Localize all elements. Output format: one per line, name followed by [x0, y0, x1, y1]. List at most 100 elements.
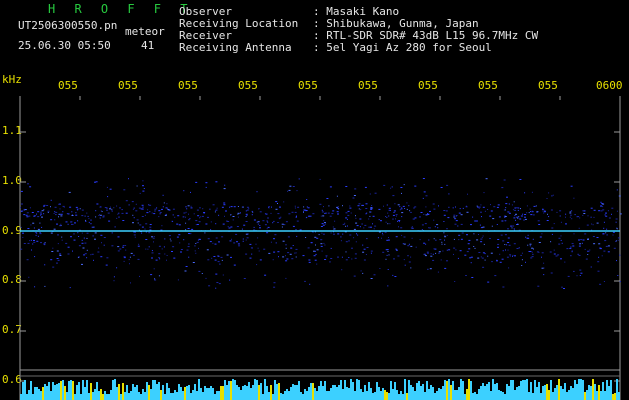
- level-bar: [584, 392, 586, 400]
- noise-pixel: [217, 261, 220, 263]
- noise-pixel: [172, 214, 174, 216]
- level-bar: [574, 380, 576, 400]
- level-bar: [570, 386, 572, 400]
- level-bar: [338, 385, 340, 400]
- noise-pixel: [145, 248, 147, 250]
- noise-pixel: [139, 224, 142, 226]
- noise-pixel: [319, 178, 321, 180]
- level-bar: [124, 392, 126, 400]
- noise-pixel: [151, 236, 153, 238]
- level-bar: [474, 392, 476, 400]
- noise-pixel: [603, 221, 605, 223]
- noise-pixel: [401, 192, 402, 194]
- noise-pixel: [185, 229, 187, 231]
- noise-pixel: [21, 210, 24, 212]
- noise-pixel: [590, 216, 592, 218]
- noise-pixel: [404, 264, 406, 266]
- noise-pixel: [94, 232, 97, 234]
- level-bar: [414, 391, 416, 400]
- level-bar: [150, 389, 152, 400]
- noise-pixel: [482, 252, 485, 254]
- noise-pixel: [214, 259, 217, 261]
- level-bar: [566, 392, 568, 400]
- noise-pixel: [429, 210, 431, 212]
- noise-pixel: [147, 209, 149, 211]
- noise-pixel: [615, 218, 618, 220]
- noise-pixel: [209, 208, 211, 210]
- noise-pixel: [257, 223, 259, 225]
- noise-pixel: [403, 259, 405, 261]
- level-bar: [446, 381, 448, 400]
- noise-pixel: [36, 213, 37, 215]
- noise-pixel: [67, 253, 70, 255]
- noise-pixel: [156, 207, 158, 209]
- noise-pixel: [388, 209, 390, 211]
- noise-pixel: [509, 254, 512, 256]
- noise-pixel: [602, 206, 604, 208]
- noise-pixel: [187, 246, 190, 248]
- noise-pixel: [426, 252, 429, 254]
- noise-pixel: [504, 216, 507, 217]
- noise-pixel: [137, 245, 140, 247]
- noise-pixel: [342, 233, 344, 235]
- level-bar: [114, 379, 116, 400]
- noise-pixel: [279, 206, 281, 208]
- noise-pixel: [364, 224, 367, 226]
- level-bar: [58, 383, 60, 400]
- noise-pixel: [598, 256, 600, 258]
- level-bar: [334, 385, 336, 400]
- noise-pixel: [390, 187, 392, 189]
- noise-pixel: [458, 239, 460, 241]
- noise-pixel: [268, 206, 269, 208]
- level-bar: [78, 382, 80, 400]
- noise-pixel: [40, 242, 42, 244]
- noise-pixel: [267, 217, 269, 219]
- noise-pixel: [59, 255, 62, 256]
- noise-pixel: [345, 212, 348, 214]
- noise-pixel: [538, 242, 541, 243]
- level-bar: [262, 394, 264, 400]
- noise-pixel: [438, 251, 441, 253]
- noise-pixel: [388, 237, 389, 238]
- noise-pixel: [150, 274, 153, 276]
- level-bar: [220, 386, 222, 400]
- noise-pixel: [106, 257, 109, 259]
- level-bar: [246, 386, 248, 400]
- noise-pixel: [514, 209, 517, 211]
- level-bar: [90, 383, 92, 400]
- noise-pixel: [188, 219, 190, 221]
- noise-pixel: [37, 216, 40, 218]
- noise-pixel: [303, 206, 305, 208]
- noise-pixel: [441, 243, 443, 245]
- noise-pixel: [406, 208, 408, 210]
- level-bar: [592, 379, 594, 400]
- noise-pixel: [164, 253, 166, 255]
- level-bar: [596, 391, 598, 400]
- noise-pixel: [355, 222, 358, 224]
- noise-pixel: [573, 270, 575, 272]
- noise-pixel: [188, 233, 190, 234]
- noise-pixel: [262, 220, 265, 222]
- noise-pixel: [151, 212, 153, 214]
- noise-pixel: [269, 206, 270, 208]
- noise-pixel: [229, 279, 231, 281]
- level-bar: [198, 379, 200, 400]
- noise-pixel: [58, 213, 61, 215]
- noise-pixel: [43, 205, 45, 207]
- noise-pixel: [122, 245, 125, 246]
- noise-pixel: [258, 208, 260, 210]
- noise-pixel: [273, 251, 276, 253]
- noise-pixel: [36, 232, 38, 234]
- noise-pixel: [345, 225, 347, 227]
- noise-pixel: [459, 208, 461, 210]
- noise-pixel: [130, 252, 133, 254]
- noise-pixel: [283, 201, 285, 203]
- noise-pixel: [326, 198, 329, 199]
- noise-pixel: [123, 257, 126, 259]
- plot-frame: [19, 96, 621, 400]
- noise-pixel: [201, 215, 204, 217]
- level-bar: [210, 386, 212, 400]
- level-bar: [286, 389, 288, 400]
- level-bar: [188, 385, 190, 400]
- noise-pixel: [264, 274, 267, 276]
